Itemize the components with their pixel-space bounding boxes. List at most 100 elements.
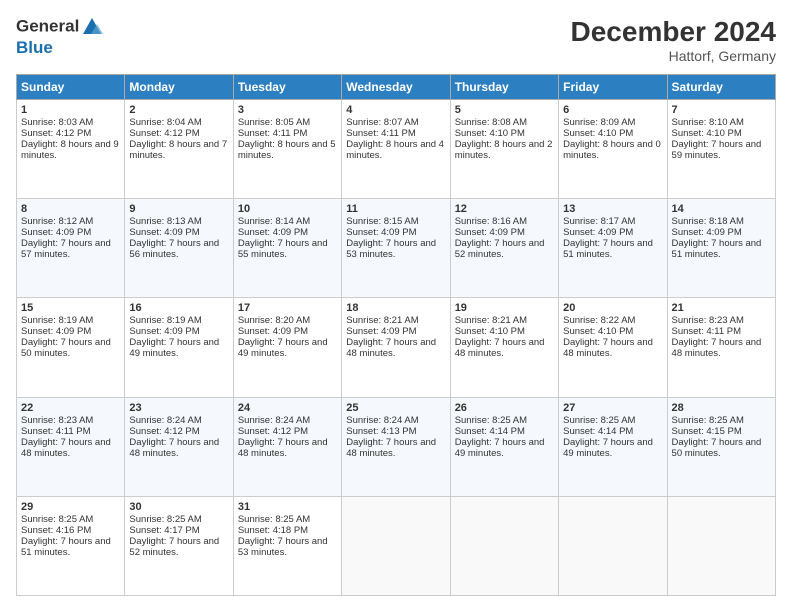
day-number: 4 bbox=[346, 104, 445, 116]
day-number: 7 bbox=[672, 104, 771, 116]
calendar-cell: 25Sunrise: 8:24 AMSunset: 4:13 PMDayligh… bbox=[342, 397, 450, 496]
day-number: 27 bbox=[563, 402, 662, 414]
daylight: Daylight: 7 hours and 49 minutes. bbox=[129, 337, 219, 359]
calendar-cell: 5Sunrise: 8:08 AMSunset: 4:10 PMDaylight… bbox=[450, 100, 558, 199]
days-header-row: SundayMondayTuesdayWednesdayThursdayFrid… bbox=[17, 75, 776, 100]
day-number: 14 bbox=[672, 203, 771, 215]
sunset: Sunset: 4:16 PM bbox=[21, 525, 91, 536]
sunrise: Sunrise: 8:04 AM bbox=[129, 117, 201, 128]
calendar-cell: 1Sunrise: 8:03 AMSunset: 4:12 PMDaylight… bbox=[17, 100, 125, 199]
day-number: 2 bbox=[129, 104, 228, 116]
sunset: Sunset: 4:12 PM bbox=[238, 426, 308, 437]
calendar-cell: 3Sunrise: 8:05 AMSunset: 4:11 PMDaylight… bbox=[233, 100, 341, 199]
day-number: 30 bbox=[129, 501, 228, 513]
sunrise: Sunrise: 8:21 AM bbox=[455, 315, 527, 326]
sunrise: Sunrise: 8:13 AM bbox=[129, 216, 201, 227]
daylight: Daylight: 7 hours and 48 minutes. bbox=[129, 437, 219, 459]
calendar-cell: 18Sunrise: 8:21 AMSunset: 4:09 PMDayligh… bbox=[342, 298, 450, 397]
sunrise: Sunrise: 8:25 AM bbox=[455, 415, 527, 426]
daylight: Daylight: 7 hours and 48 minutes. bbox=[563, 337, 653, 359]
daylight: Daylight: 7 hours and 49 minutes. bbox=[563, 437, 653, 459]
logo-general: General bbox=[16, 16, 103, 38]
sunset: Sunset: 4:14 PM bbox=[455, 426, 525, 437]
calendar-cell: 10Sunrise: 8:14 AMSunset: 4:09 PMDayligh… bbox=[233, 199, 341, 298]
sunset: Sunset: 4:14 PM bbox=[563, 426, 633, 437]
sunrise: Sunrise: 8:24 AM bbox=[129, 415, 201, 426]
sunset: Sunset: 4:11 PM bbox=[21, 426, 91, 437]
calendar-cell: 21Sunrise: 8:23 AMSunset: 4:11 PMDayligh… bbox=[667, 298, 775, 397]
sunrise: Sunrise: 8:25 AM bbox=[129, 514, 201, 525]
sunrise: Sunrise: 8:17 AM bbox=[563, 216, 635, 227]
calendar-cell: 7Sunrise: 8:10 AMSunset: 4:10 PMDaylight… bbox=[667, 100, 775, 199]
location: Hattorf, Germany bbox=[571, 48, 776, 64]
sunrise: Sunrise: 8:23 AM bbox=[672, 315, 744, 326]
sunrise: Sunrise: 8:09 AM bbox=[563, 117, 635, 128]
day-number: 22 bbox=[21, 402, 120, 414]
day-number: 9 bbox=[129, 203, 228, 215]
sunset: Sunset: 4:09 PM bbox=[563, 227, 633, 238]
daylight: Daylight: 8 hours and 7 minutes. bbox=[129, 139, 227, 161]
sunrise: Sunrise: 8:08 AM bbox=[455, 117, 527, 128]
sunrise: Sunrise: 8:24 AM bbox=[346, 415, 418, 426]
day-number: 31 bbox=[238, 501, 337, 513]
sunset: Sunset: 4:09 PM bbox=[672, 227, 742, 238]
calendar-cell: 2Sunrise: 8:04 AMSunset: 4:12 PMDaylight… bbox=[125, 100, 233, 199]
calendar-cell: 19Sunrise: 8:21 AMSunset: 4:10 PMDayligh… bbox=[450, 298, 558, 397]
sunset: Sunset: 4:10 PM bbox=[455, 326, 525, 337]
daylight: Daylight: 7 hours and 50 minutes. bbox=[21, 337, 111, 359]
calendar-cell: 29Sunrise: 8:25 AMSunset: 4:16 PMDayligh… bbox=[17, 496, 125, 595]
day-number: 6 bbox=[563, 104, 662, 116]
sunset: Sunset: 4:11 PM bbox=[672, 326, 742, 337]
daylight: Daylight: 8 hours and 4 minutes. bbox=[346, 139, 444, 161]
sunset: Sunset: 4:10 PM bbox=[672, 128, 742, 139]
sunset: Sunset: 4:09 PM bbox=[238, 326, 308, 337]
sunrise: Sunrise: 8:03 AM bbox=[21, 117, 93, 128]
day-number: 15 bbox=[21, 302, 120, 314]
sunrise: Sunrise: 8:14 AM bbox=[238, 216, 310, 227]
sunset: Sunset: 4:12 PM bbox=[21, 128, 91, 139]
sunrise: Sunrise: 8:10 AM bbox=[672, 117, 744, 128]
month-year: December 2024 bbox=[571, 16, 776, 48]
sunset: Sunset: 4:09 PM bbox=[346, 326, 416, 337]
col-header-thursday: Thursday bbox=[450, 75, 558, 100]
daylight: Daylight: 8 hours and 9 minutes. bbox=[21, 139, 119, 161]
calendar-cell: 27Sunrise: 8:25 AMSunset: 4:14 PMDayligh… bbox=[559, 397, 667, 496]
day-number: 3 bbox=[238, 104, 337, 116]
sunset: Sunset: 4:11 PM bbox=[238, 128, 308, 139]
calendar-table: SundayMondayTuesdayWednesdayThursdayFrid… bbox=[16, 74, 776, 596]
calendar-cell: 8Sunrise: 8:12 AMSunset: 4:09 PMDaylight… bbox=[17, 199, 125, 298]
sunrise: Sunrise: 8:12 AM bbox=[21, 216, 93, 227]
calendar-cell bbox=[667, 496, 775, 595]
sunrise: Sunrise: 8:20 AM bbox=[238, 315, 310, 326]
daylight: Daylight: 7 hours and 55 minutes. bbox=[238, 238, 328, 260]
calendar-cell: 9Sunrise: 8:13 AMSunset: 4:09 PMDaylight… bbox=[125, 199, 233, 298]
sunset: Sunset: 4:09 PM bbox=[21, 227, 91, 238]
day-number: 18 bbox=[346, 302, 445, 314]
sunset: Sunset: 4:09 PM bbox=[129, 326, 199, 337]
daylight: Daylight: 7 hours and 51 minutes. bbox=[672, 238, 762, 260]
calendar-cell: 6Sunrise: 8:09 AMSunset: 4:10 PMDaylight… bbox=[559, 100, 667, 199]
calendar-cell: 20Sunrise: 8:22 AMSunset: 4:10 PMDayligh… bbox=[559, 298, 667, 397]
calendar-cell: 16Sunrise: 8:19 AMSunset: 4:09 PMDayligh… bbox=[125, 298, 233, 397]
sunset: Sunset: 4:09 PM bbox=[21, 326, 91, 337]
sunset: Sunset: 4:17 PM bbox=[129, 525, 199, 536]
calendar-cell: 15Sunrise: 8:19 AMSunset: 4:09 PMDayligh… bbox=[17, 298, 125, 397]
sunrise: Sunrise: 8:21 AM bbox=[346, 315, 418, 326]
daylight: Daylight: 7 hours and 52 minutes. bbox=[455, 238, 545, 260]
day-number: 8 bbox=[21, 203, 120, 215]
sunset: Sunset: 4:10 PM bbox=[563, 326, 633, 337]
daylight: Daylight: 7 hours and 52 minutes. bbox=[129, 536, 219, 558]
calendar-cell: 31Sunrise: 8:25 AMSunset: 4:18 PMDayligh… bbox=[233, 496, 341, 595]
day-number: 13 bbox=[563, 203, 662, 215]
week-row-1: 1Sunrise: 8:03 AMSunset: 4:12 PMDaylight… bbox=[17, 100, 776, 199]
daylight: Daylight: 7 hours and 48 minutes. bbox=[346, 437, 436, 459]
col-header-wednesday: Wednesday bbox=[342, 75, 450, 100]
sunset: Sunset: 4:13 PM bbox=[346, 426, 416, 437]
calendar-cell: 12Sunrise: 8:16 AMSunset: 4:09 PMDayligh… bbox=[450, 199, 558, 298]
day-number: 16 bbox=[129, 302, 228, 314]
calendar-cell: 23Sunrise: 8:24 AMSunset: 4:12 PMDayligh… bbox=[125, 397, 233, 496]
day-number: 12 bbox=[455, 203, 554, 215]
day-number: 10 bbox=[238, 203, 337, 215]
day-number: 21 bbox=[672, 302, 771, 314]
calendar-cell: 24Sunrise: 8:24 AMSunset: 4:12 PMDayligh… bbox=[233, 397, 341, 496]
